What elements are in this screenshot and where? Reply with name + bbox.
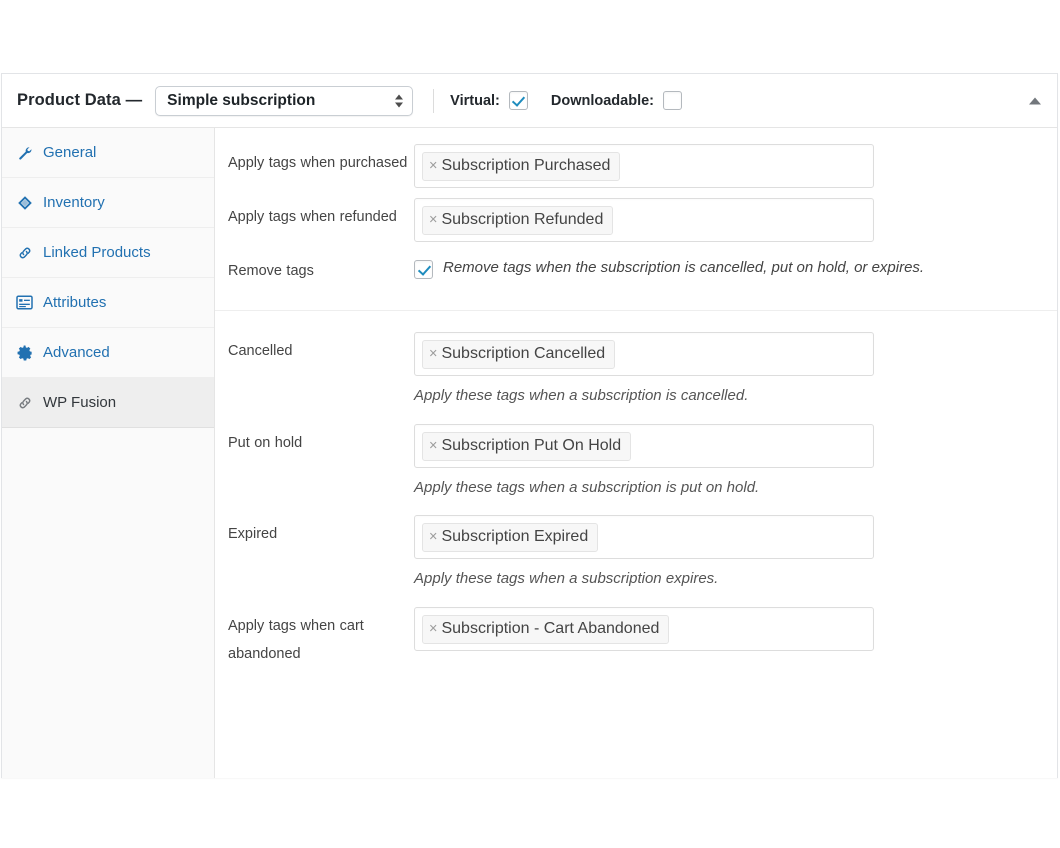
field-label: Apply tags when refunded [228,198,414,242]
field-row-remove-tags: Remove tags Remove tags when the subscri… [215,242,1057,300]
product-data-tabs: General Inventory Linked Products Attrib… [2,128,215,778]
tag-label: Subscription Purchased [441,155,610,177]
sidebar-item-inventory[interactable]: Inventory [2,178,214,228]
field-label: Put on hold [228,424,414,498]
sidebar-item-linked-products[interactable]: Linked Products [2,228,214,278]
link-icon [14,394,35,412]
tag-label: Subscription Cancelled [441,343,605,365]
field-row-apply-tags-purchased: Apply tags when purchased × Subscription… [215,134,1057,188]
sidebar-item-label: General [43,144,96,161]
field-row-cart-abandoned: Apply tags when cart abandoned × Subscri… [215,589,1057,669]
page-title: Product Data — [17,91,142,110]
link-icon [14,244,35,262]
remove-tags-checkbox[interactable] [414,260,433,279]
field-description: Apply these tags when a subscription exp… [414,569,1037,589]
field-label: Expired [228,515,414,589]
field-row-put-on-hold: Put on hold × Subscription Put On Hold A… [215,406,1057,498]
tags-input-put-on-hold[interactable]: × Subscription Put On Hold [414,424,874,468]
table-icon [14,294,35,312]
virtual-checkbox[interactable] [509,91,528,110]
downloadable-label: Downloadable: [551,93,654,109]
triangle-up-icon[interactable] [1029,97,1041,104]
wp-fusion-settings: Apply tags when purchased × Subscription… [215,128,1057,778]
field-label: Remove tags [228,252,414,286]
chevron-updown-icon [395,94,403,107]
tag-label: Subscription Refunded [441,209,603,231]
remove-tags-field: Remove tags when the subscription is can… [414,252,1037,279]
tags-input-purchased[interactable]: × Subscription Purchased [414,144,874,188]
remove-tag-icon[interactable]: × [429,439,437,454]
purchase-settings-group: Apply tags when purchased × Subscription… [215,134,1057,300]
tag-chip[interactable]: × Subscription - Cart Abandoned [422,615,669,644]
downloadable-field: Downloadable: [551,91,682,110]
header-divider [433,89,434,113]
remove-tag-icon[interactable]: × [429,530,437,545]
product-type-select[interactable]: Simple subscription [155,86,413,116]
field-row-apply-tags-refunded: Apply tags when refunded × Subscription … [215,188,1057,242]
sidebar-item-label: Advanced [43,344,110,361]
wrench-icon [14,144,35,162]
tag-label: Subscription Expired [441,526,588,548]
remove-tag-icon[interactable]: × [429,347,437,362]
gear-icon [14,344,35,362]
downloadable-checkbox[interactable] [663,91,682,110]
sidebar-item-wp-fusion[interactable]: WP Fusion [2,378,214,428]
tags-input-cart-abandoned[interactable]: × Subscription - Cart Abandoned [414,607,874,651]
tag-label: Subscription Put On Hold [441,435,621,457]
tag-chip[interactable]: × Subscription Expired [422,523,598,552]
sidebar-item-label: Linked Products [43,244,151,261]
field-label: Apply tags when purchased [228,144,414,188]
tag-chip[interactable]: × Subscription Put On Hold [422,432,631,461]
tags-input-cancelled[interactable]: × Subscription Cancelled [414,332,874,376]
sidebar-item-label: WP Fusion [43,394,116,411]
sidebar-item-advanced[interactable]: Advanced [2,328,214,378]
status-settings-group: Cancelled × Subscription Cancelled Apply… [215,310,1057,669]
sidebar-item-attributes[interactable]: Attributes [2,278,214,328]
field-label: Cancelled [228,332,414,406]
product-type-value: Simple subscription [167,92,315,110]
remove-tag-icon[interactable]: × [429,159,437,174]
sidebar-item-label: Attributes [43,294,106,311]
tag-label: Subscription - Cart Abandoned [441,618,659,640]
field-label: Apply tags when cart abandoned [228,607,414,669]
field-description: Apply these tags when a subscription is … [414,478,1037,498]
tag-chip[interactable]: × Subscription Refunded [422,206,613,235]
remove-tag-icon[interactable]: × [429,622,437,637]
panel-header: Product Data — Simple subscription Virtu… [2,74,1057,128]
remove-tags-description: Remove tags when the subscription is can… [443,259,924,278]
tags-input-refunded[interactable]: × Subscription Refunded [414,198,874,242]
tag-icon [14,194,35,212]
field-row-cancelled: Cancelled × Subscription Cancelled Apply… [215,322,1057,406]
product-data-panel: Product Data — Simple subscription Virtu… [1,73,1058,778]
remove-tag-icon[interactable]: × [429,213,437,228]
tag-chip[interactable]: × Subscription Purchased [422,152,620,181]
tags-input-expired[interactable]: × Subscription Expired [414,515,874,559]
field-description: Apply these tags when a subscription is … [414,386,1037,406]
sidebar-item-label: Inventory [43,194,105,211]
panel-body: General Inventory Linked Products Attrib… [2,128,1057,778]
virtual-field: Virtual: [450,91,528,110]
tag-chip[interactable]: × Subscription Cancelled [422,340,615,369]
field-row-expired: Expired × Subscription Expired Apply the… [215,497,1057,589]
virtual-label: Virtual: [450,93,500,109]
sidebar-item-general[interactable]: General [2,128,214,178]
